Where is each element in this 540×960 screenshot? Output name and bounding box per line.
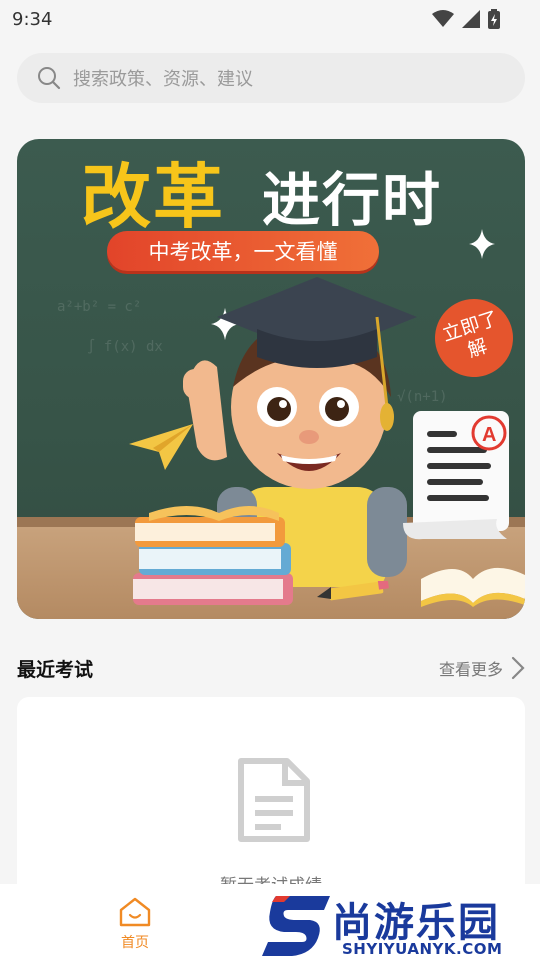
recent-exams-header: 最近考试 查看更多 [17,652,525,684]
battery-icon [488,9,500,29]
wifi-icon [432,10,454,27]
exam-paper-illustration: A [403,411,509,540]
banner-title-highlight: 改革 [81,156,225,238]
view-more-link[interactable]: 查看更多 [439,656,525,680]
status-bar: 9:34 [0,0,540,38]
tab-home[interactable]: 首页 [110,896,160,952]
watermark-logo: 尚游乐园 SHYIYUANYK.COM [262,888,540,960]
learn-more-button[interactable]: 立即了解 [424,288,524,388]
signal-icon [462,10,480,28]
pencil-icon [317,581,389,601]
sparkle-icon [469,229,495,259]
watermark-url: SHYIYUANYK.COM [342,940,503,958]
status-icons [432,9,500,29]
search-placeholder: 搜索政策、资源、建议 [73,69,253,90]
document-icon [238,758,310,842]
search-bar[interactable]: 搜索政策、资源、建议 [17,53,525,103]
tab-home-label: 首页 [121,935,149,951]
promo-banner[interactable]: a²+b² = c² ∫ f(x) dx x = 2y + 3 √(n+1) 改… [17,139,525,619]
status-time: 9:34 [12,8,53,30]
chevron-right-icon [511,656,525,680]
recent-exams-card: 暂无考试成绩 [17,697,525,897]
svg-text:A: A [482,424,496,446]
paper-plane-icon [129,424,193,470]
banner-title: 进行时 [262,166,443,234]
search-icon [38,67,61,90]
chalk-formula: a²+b² = c² [57,299,142,315]
open-book-icon [421,567,525,607]
watermark-s-logo [262,896,330,956]
section-title: 最近考试 [17,658,94,681]
view-more-label: 查看更多 [438,660,503,679]
home-icon [119,897,151,927]
chalk-formula: ∫ f(x) dx [87,339,163,355]
books-illustration [133,506,293,605]
